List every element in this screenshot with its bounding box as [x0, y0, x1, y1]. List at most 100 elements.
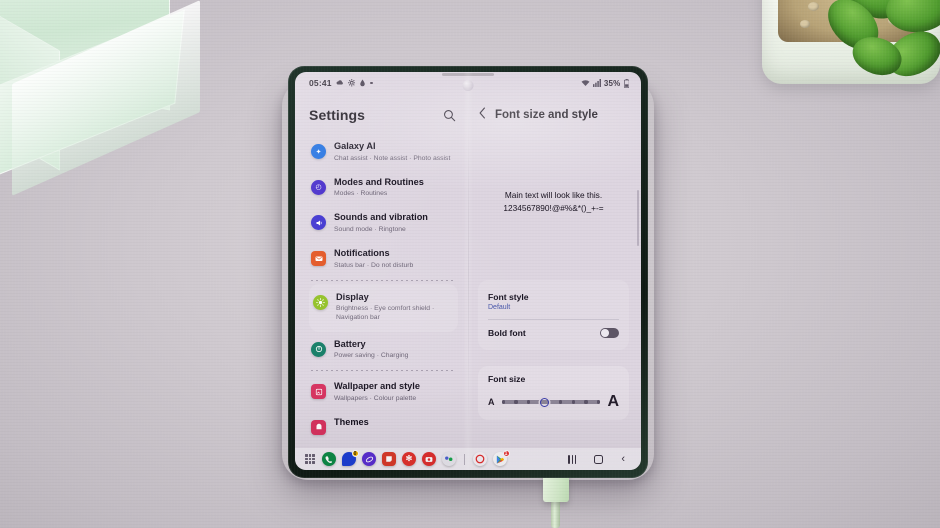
drop-icon: [360, 79, 365, 87]
font-options-card: Font style Default Bold font: [478, 280, 629, 350]
battery-settings-icon: [311, 341, 326, 357]
themes-icon: [311, 419, 326, 435]
play-store-icon[interactable]: 1: [493, 450, 510, 466]
sound-icon: [311, 215, 326, 231]
app-drawer-icon[interactable]: [305, 454, 315, 464]
sidebar-item-display[interactable]: Display Brightness · Eye comfort shield …: [309, 283, 458, 332]
front-camera: [462, 80, 474, 91]
back-button[interactable]: ‹: [621, 453, 625, 465]
font-size-card: Font size A A: [478, 366, 629, 420]
font-size-min-label: A: [488, 397, 495, 407]
sidebar-item-label: Wallpaper and style: [334, 381, 420, 392]
camera-icon[interactable]: [422, 452, 436, 466]
search-icon[interactable]: [440, 106, 458, 124]
font-size-max-label: A: [607, 393, 619, 410]
slider-tick[interactable]: [571, 400, 575, 404]
sidebar-item-battery[interactable]: Battery Power saving · Charging: [309, 332, 458, 368]
potted-succulent: [736, 0, 940, 120]
slider-tick[interactable]: [514, 400, 518, 404]
font-size-label: Font size: [488, 374, 526, 384]
gear-icon: [347, 79, 356, 87]
slider-tick[interactable]: [527, 400, 531, 404]
clock-icon[interactable]: [473, 452, 487, 466]
charging-cable-wire: [551, 500, 560, 528]
sidebar-item-label: Galaxy AI: [334, 141, 376, 151]
home-button[interactable]: [594, 454, 604, 464]
split-view-body: Settings ✦ Galaxy AI Chat assist · Note …: [295, 94, 641, 448]
wallpaper-icon: [311, 384, 326, 400]
weather-icon: [336, 80, 343, 85]
scrollbar[interactable]: [636, 190, 639, 246]
sidebar-item-modes-and-routines[interactable]: ◴ Modes and Routines Modes · Routines: [309, 170, 458, 206]
battery-percent: 35%: [603, 78, 621, 88]
battery-icon: [623, 78, 629, 88]
sidebar-item-sublabel: Chat assist · Note assist · Photo assist: [334, 154, 451, 162]
taskbar[interactable]: 0 ✻ 1 ‹: [295, 448, 641, 470]
detail-title: Font size and style: [495, 109, 598, 121]
font-size-slider[interactable]: [501, 395, 601, 409]
sidebar-item-sublabel: Wallpapers · Colour palette: [334, 394, 417, 402]
sidebar-item-label: Modes and Routines: [334, 176, 424, 187]
galaxy-ai-icon: ✦: [311, 144, 326, 159]
sidebar-item-themes[interactable]: Themes: [309, 410, 458, 442]
sidebar-item-sublabel: Status bar · Do not disturb: [334, 261, 414, 269]
bold-font-row[interactable]: Bold font: [488, 319, 619, 346]
sidebar-item-sublabel: Power saving · Charging: [334, 352, 409, 360]
slider-tick[interactable]: [584, 400, 588, 404]
foldable-phone: 05:41 35% Settings ✦ Galaxy AI Chat assi…: [288, 66, 648, 478]
play-store-badge: 1: [502, 450, 510, 457]
sidebar-item-notifications[interactable]: Notifications Status bar · Do not distur…: [309, 241, 458, 277]
phone-icon[interactable]: [322, 452, 336, 466]
font-preview: Main text will look like this. 123456789…: [476, 132, 631, 272]
wifi-icon: [581, 80, 590, 86]
signal-icon: [592, 79, 601, 87]
slider-thumb[interactable]: [540, 397, 550, 407]
settings-list[interactable]: ✦ Galaxy AI Chat assist · Note assist · …: [309, 134, 458, 442]
font-style-value: Default: [488, 304, 511, 311]
sidebar-item-sublabel: Brightness · Eye comfort shield · Naviga…: [336, 305, 435, 322]
gallery-icon[interactable]: ✻: [402, 452, 416, 466]
sidebar-item-sublabel: Sound mode · Ringtone: [334, 225, 406, 233]
taskbar-separator: [464, 453, 465, 465]
bold-font-toggle[interactable]: [600, 328, 619, 338]
font-style-row[interactable]: Font style Default: [488, 288, 619, 319]
font-size-and-style-pane[interactable]: Font size and style Main text will look …: [468, 94, 641, 448]
slider-tick[interactable]: [501, 400, 505, 404]
slider-tick[interactable]: [597, 400, 601, 404]
preview-line-2: 1234567890!@#%&*()_+-=: [503, 203, 604, 213]
preview-line-1: Main text will look like this.: [504, 190, 603, 201]
sidebar-item-galaxy-ai[interactable]: ✦ Galaxy AI Chat assist · Note assist · …: [309, 134, 458, 170]
navigation-bar: ‹: [568, 453, 631, 465]
sidebar-item-sublabel: Modes · Routines: [334, 190, 388, 198]
modes-routines-icon: ◴: [311, 179, 326, 195]
list-separator: [311, 370, 456, 372]
display-icon: [313, 294, 328, 310]
settings-header: Settings: [309, 98, 458, 132]
messages-icon[interactable]: 0: [342, 450, 359, 466]
sidebar-item-wallpaper-and-style[interactable]: Wallpaper and style Wallpapers · Colour …: [309, 374, 458, 410]
desk-scene: 05:41 35% Settings ✦ Galaxy AI Chat assi…: [0, 0, 940, 528]
page-title: Settings: [309, 107, 366, 123]
messages-badge: 0: [351, 450, 359, 457]
contacts-icon[interactable]: [442, 452, 456, 466]
sidebar-item-label: Notifications: [334, 248, 390, 259]
slider-ticks: [501, 397, 601, 407]
bold-font-label: Bold font: [488, 328, 526, 338]
slider-tick[interactable]: [558, 400, 562, 404]
recents-button[interactable]: [568, 454, 577, 464]
samsung-notes-icon[interactable]: [382, 452, 396, 466]
samsung-internet-icon[interactable]: [362, 452, 376, 466]
earpiece-speaker: [442, 73, 494, 76]
sidebar-item-label: Themes: [334, 416, 369, 427]
status-dot-icon: [370, 81, 373, 85]
font-size-slider-row[interactable]: A A: [488, 394, 619, 410]
settings-pane[interactable]: Settings ✦ Galaxy AI Chat assist · Note …: [295, 94, 468, 448]
back-chevron-icon[interactable]: [478, 106, 487, 124]
sidebar-item-label: Sounds and vibration: [334, 212, 428, 223]
phone-screen: 05:41 35% Settings ✦ Galaxy AI Chat assi…: [295, 72, 641, 470]
glass-ornament: [0, 0, 210, 196]
sidebar-item-label: Battery: [334, 338, 366, 349]
sidebar-item-sounds-and-vibration[interactable]: Sounds and vibration Sound mode · Ringto…: [309, 205, 458, 241]
list-separator: [311, 279, 456, 281]
detail-header: Font size and style: [476, 98, 631, 132]
